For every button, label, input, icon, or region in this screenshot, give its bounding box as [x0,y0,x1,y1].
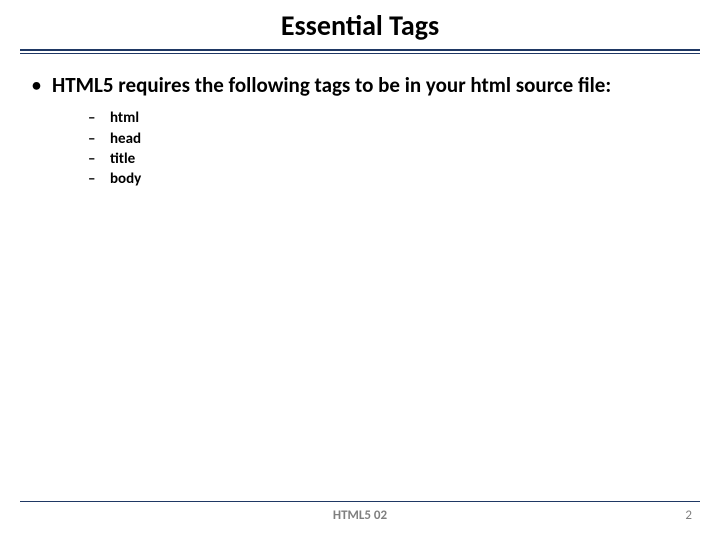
list-item-label: head [110,129,141,149]
sublist: – html – head – title – body [30,108,690,189]
slide: Essential Tags • HTML5 requires the foll… [0,0,720,540]
dash-icon: – [88,108,110,128]
lead-line: • HTML5 requires the following tags to b… [30,72,690,98]
list-item: – title [88,149,690,169]
lead-text: HTML5 requires the following tags to be … [52,72,611,98]
title-area: Essential Tags [0,0,720,54]
bullet-icon: • [32,74,41,97]
list-item-label: title [110,149,135,169]
slide-title: Essential Tags [0,8,720,43]
title-divider-thick [20,49,700,51]
list-item-label: body [110,169,141,189]
page-number: 2 [685,508,692,523]
dash-icon: – [88,169,110,189]
dash-icon: – [88,129,110,149]
list-item-label: html [110,108,139,128]
footer-center-text: HTML5 02 [0,508,720,523]
footer-divider [20,501,700,502]
dash-icon: – [88,149,110,169]
footer-row: HTML5 02 2 [0,508,720,526]
content-area: • HTML5 requires the following tags to b… [0,54,720,189]
list-item: – html [88,108,690,128]
list-item: – head [88,129,690,149]
list-item: – body [88,169,690,189]
footer: HTML5 02 2 [0,501,720,526]
